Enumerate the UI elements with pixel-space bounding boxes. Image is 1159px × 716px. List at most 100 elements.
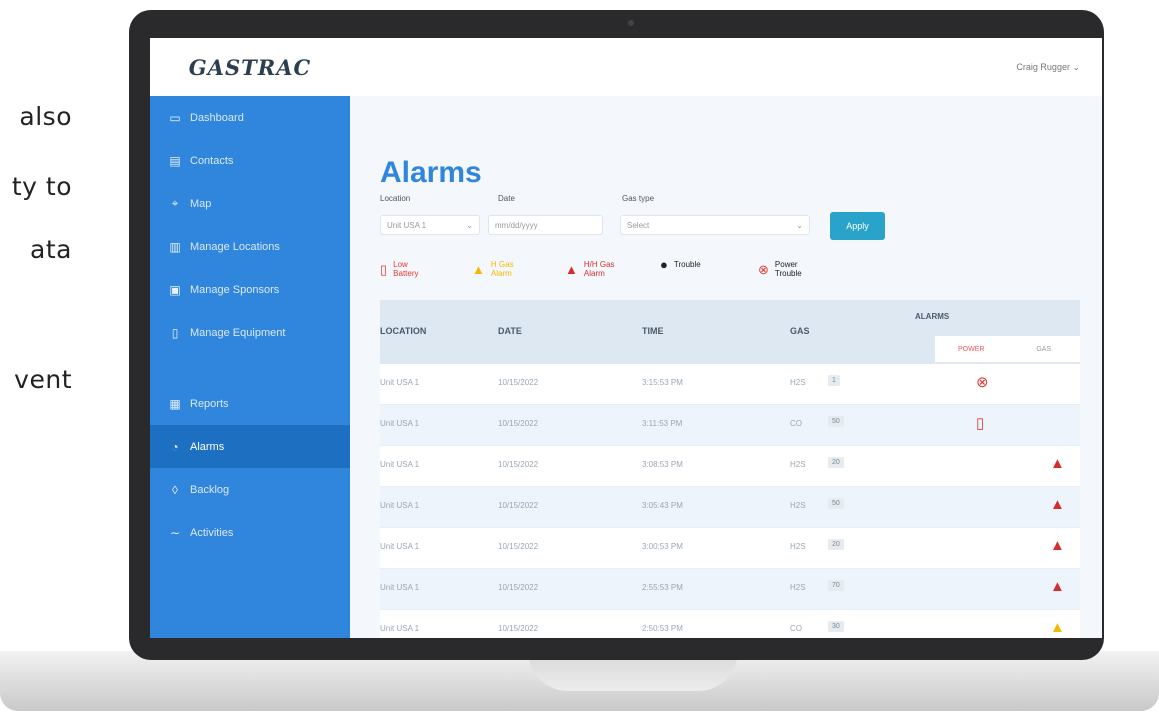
legend-low-battery: ▯ Low Battery [380,260,423,278]
table-row[interactable]: Unit USA 1 10/15/2022 3:08:53 PM H2S 20 ▲ [380,446,1080,487]
app-logo: GASTRAC [188,54,312,80]
cell-location: Unit USA 1 [380,460,420,469]
cell-time: 2:55:53 PM [642,583,683,592]
alarm-icon: ▲ [1050,455,1065,472]
briefcase-icon: ▣ [169,282,181,297]
bell-icon: ◔ [171,439,179,454]
chevron-down-icon: ⌄ [466,220,473,230]
report-icon: ▦ [169,396,181,411]
sidebar-item-label: Manage Sponsors [190,283,280,296]
column-header-gas: GAS [790,326,810,336]
battery-icon: ▯ [380,261,388,277]
cell-gas: CO [790,624,802,633]
clipboard-icon: ◊ [172,482,178,497]
tab-gas[interactable]: GAS [1008,336,1081,362]
legend-power-trouble: ⊗ Power Trouble [758,260,805,278]
top-bar: Craig Rugger ⌄ [350,38,1102,96]
cell-date: 10/15/2022 [498,501,539,510]
gas-level-badge: 50 [828,498,844,509]
legend-hh-gas-alarm: ▲ H/H Gas Alarm [565,260,618,278]
gas-type-label: Gas type [622,194,655,203]
sidebar-item-label: Alarms [190,440,225,453]
sidebar-item-label: Dashboard [190,111,244,124]
sidebar-item-map[interactable]: ⌖ Map [150,182,350,225]
camera-icon [628,20,634,26]
address-book-icon: ▤ [169,153,181,168]
legend-label: H Gas Alarm [490,260,514,278]
cell-time: 3:08:53 PM [642,460,683,469]
cell-location: Unit USA 1 [380,624,420,633]
cell-time: 2:50:53 PM [642,624,683,633]
cell-gas: H2S [790,378,806,387]
column-header-date: DATE [498,326,522,336]
legend-trouble: ● Trouble [660,258,701,271]
tab-power[interactable]: POWER [935,336,1008,362]
alarm-legend: ▯ Low Battery ▲ H Gas Alarm ▲ H/H Gas Alarm… [380,258,1100,290]
table-row[interactable]: Unit USA 1 10/15/2022 3:00:53 PM H2S 20 ▲ [380,528,1080,569]
side-text-line: vent [14,365,72,394]
apply-button[interactable]: Apply [830,212,885,240]
sidebar-item-reports[interactable]: ▦ Reports [150,382,350,425]
legend-label: Trouble [673,260,701,269]
table-row[interactable]: Unit USA 1 10/15/2022 3:11:53 PM CO 50 ▯ [380,405,1080,446]
table-row[interactable]: Unit USA 1 10/15/2022 2:55:53 PM H2S 70 ▲ [380,569,1080,610]
table-header: LOCATION DATE TIME GAS ALARMS POWER GAS [380,300,1080,364]
sidebar-item-dashboard[interactable]: ▭ Dashboard [150,96,350,139]
cell-date: 10/15/2022 [498,378,539,387]
sidebar-item-label: Backlog [190,483,230,496]
table-row[interactable]: Unit USA 1 10/15/2022 2:50:53 PM CO 30 ▲ [380,610,1080,638]
side-text-line: ata [30,235,72,264]
gas-level-badge: 20 [828,539,844,550]
sidebar-item-manage-sponsors[interactable]: ▣ Manage Sponsors [150,268,350,311]
cell-location: Unit USA 1 [380,501,420,510]
sidebar-item-contacts[interactable]: ▤ Contacts [150,139,350,182]
sidebar-nav: ▭ Dashboard ▤ Contacts ⌖ Map ▥ Manage Locati… [150,96,350,554]
location-select[interactable]: Unit USA 1 ⌄ [380,215,480,235]
power-icon: ⊗ [758,261,769,277]
date-input[interactable]: mm/dd/yyyy [488,215,603,235]
legend-label: Low Battery [393,260,419,278]
date-placeholder: mm/dd/yyyy [495,220,538,230]
sidebar-item-label: Manage Equipment [190,326,286,339]
battery-icon: ▯ [976,415,985,432]
sidebar-item-label: Activities [190,526,234,539]
cell-gas: H2S [790,501,806,510]
location-label: Location [380,194,411,203]
sidebar-item-manage-equipment[interactable]: ▯ Manage Equipment [150,311,350,354]
sidebar-item-backlog[interactable]: ◊ Backlog [150,468,350,511]
background-side-text: also ty to ata vent [0,0,130,716]
alarm-icon: ▲ [1050,578,1065,595]
building-icon: ▥ [169,239,181,254]
logo-area[interactable]: GASTRAC [150,38,350,96]
sidebar-item-manage-locations[interactable]: ▥ Manage Locations [150,225,350,268]
cell-gas: CO [790,419,802,428]
chevron-down-icon: ⌄ [796,220,803,230]
cell-time: 3:15:53 PM [642,378,683,387]
gas-level-badge: 70 [828,580,844,591]
gas-type-select[interactable]: Select ⌄ [620,215,810,235]
cell-location: Unit USA 1 [380,542,420,551]
sidebar-item-label: Map [190,197,212,210]
cell-date: 10/15/2022 [498,542,539,551]
table-body: Unit USA 1 10/15/2022 3:15:53 PM H2S 1 ⊗ Unit … [380,364,1080,638]
column-header-alarms: ALARMS [915,312,950,321]
sidebar-item-activities[interactable]: ∼ Activities [150,511,350,554]
user-menu[interactable]: Craig Rugger ⌄ [1016,62,1080,73]
gas-type-value: Select [627,220,650,230]
sidebar-item-alarms[interactable]: ◔ Alarms [150,425,350,468]
table-row[interactable]: Unit USA 1 10/15/2022 3:05:43 PM H2S 50 ▲ [380,487,1080,528]
alarm-icon: ▲ [1050,496,1065,513]
cell-time: 3:11:53 PM [642,419,683,428]
cell-location: Unit USA 1 [380,378,420,387]
column-header-time: TIME [642,326,664,336]
sidebar-spacer [150,354,350,382]
monitor-icon: ▭ [169,110,181,125]
legend-label: H/H Gas Alarm [583,260,615,278]
cell-location: Unit USA 1 [380,583,420,592]
cell-date: 10/15/2022 [498,419,539,428]
power-icon: ⊗ [976,374,989,391]
cell-gas: H2S [790,583,806,592]
cell-gas: H2S [790,542,806,551]
gas-level-badge: 30 [828,621,844,632]
table-row[interactable]: Unit USA 1 10/15/2022 3:15:53 PM H2S 1 ⊗ [380,364,1080,405]
